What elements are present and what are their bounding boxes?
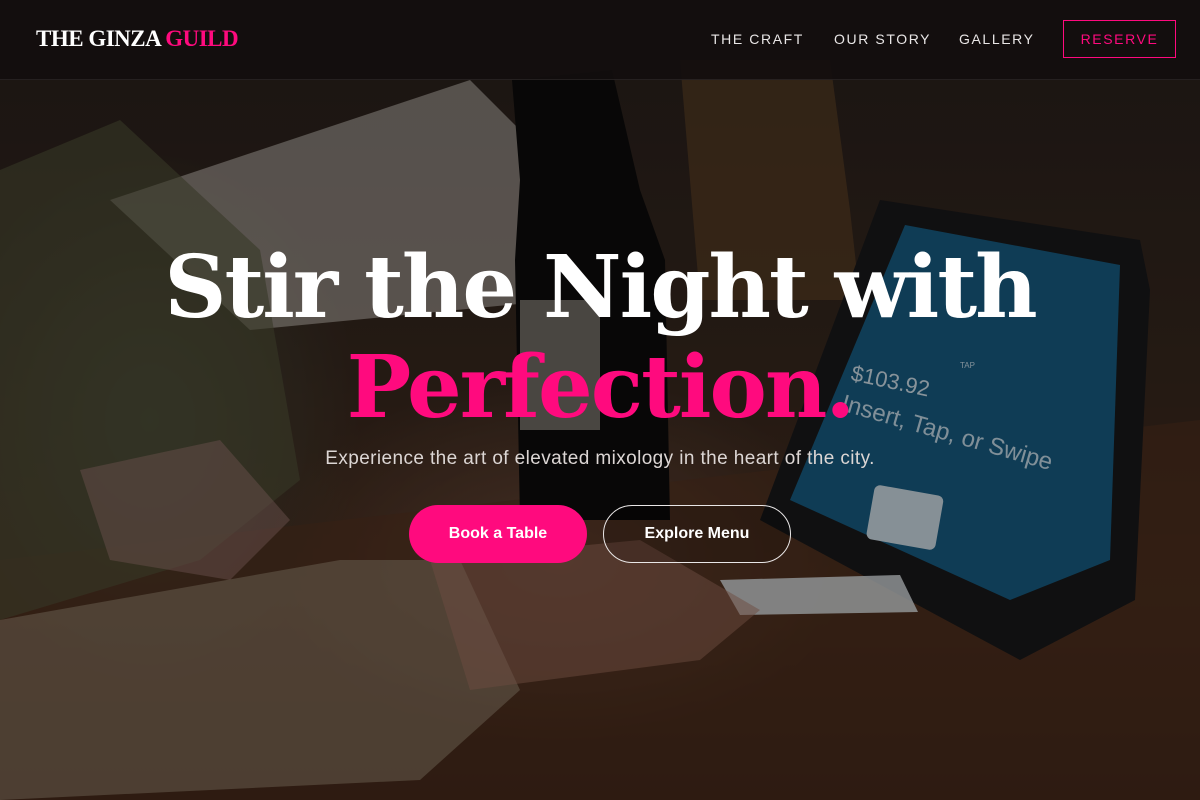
hero-title: Stir the Night with Perfection.	[0, 238, 1200, 438]
nav-link-gallery[interactable]: GALLERY	[959, 31, 1035, 47]
hero-title-line-2: Perfection.	[346, 337, 856, 438]
book-table-button[interactable]: Book a Table	[409, 505, 587, 563]
nav-link-the-craft[interactable]: THE CRAFT	[711, 31, 804, 47]
site-header: THE GINZA GUILD THE CRAFT OUR STORY GALL…	[0, 0, 1200, 80]
nav-link-our-story[interactable]: OUR STORY	[834, 31, 931, 47]
hero-title-line-1: Stir the Night with	[164, 237, 1037, 338]
explore-menu-button[interactable]: Explore Menu	[603, 505, 791, 563]
page: $103.92 Insert, Tap, or Swipe TAP THE GI…	[0, 0, 1200, 800]
brand-logo[interactable]: THE GINZA GUILD	[36, 26, 239, 52]
reserve-button[interactable]: RESERVE	[1063, 20, 1176, 58]
brand-name-primary: THE GINZA	[36, 26, 160, 51]
hero-subtitle: Experience the art of elevated mixology …	[325, 448, 875, 469]
brand-name-accent: GUILD	[165, 26, 239, 51]
